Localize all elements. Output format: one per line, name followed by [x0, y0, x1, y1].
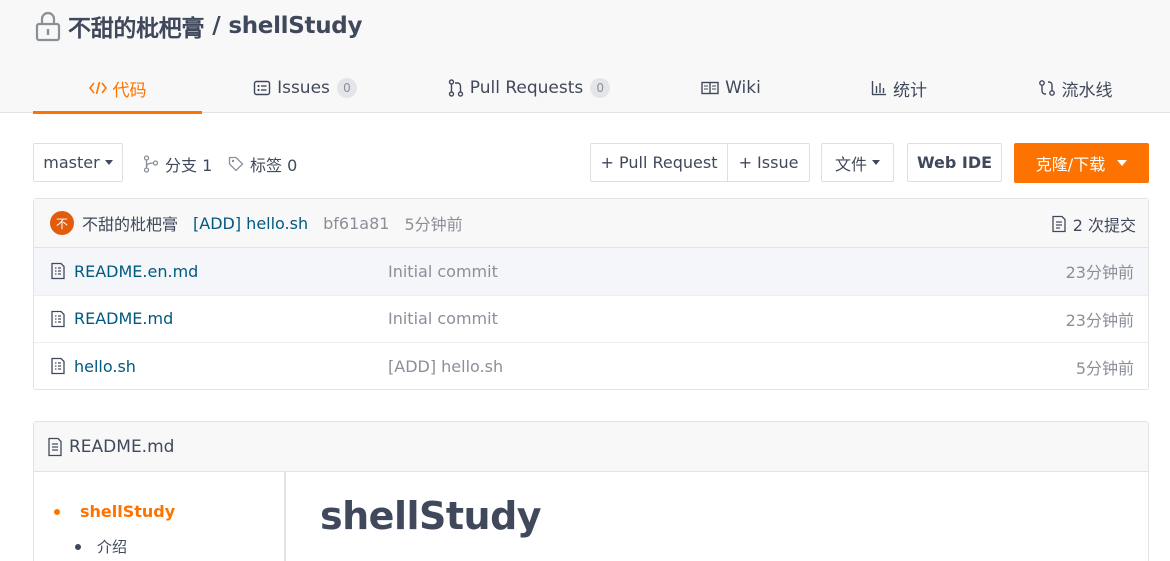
file-commit-link[interactable]: Initial commit — [388, 262, 498, 281]
readme-header: README.md — [34, 422, 1148, 472]
web-ide-label: Web IDE — [916, 153, 993, 172]
clone-download-button[interactable]: 克隆/下载 — [1014, 143, 1149, 183]
repo-owner-link[interactable]: 不甜的枇杷膏 — [68, 9, 205, 43]
readme-toc: shellStudy 介绍 — [34, 472, 286, 561]
lock-icon — [34, 10, 62, 42]
stats-bar-icon — [871, 80, 887, 96]
chevron-down-icon — [872, 160, 880, 165]
file-icon — [50, 357, 66, 379]
readme-heading: shellStudy — [320, 494, 542, 538]
file-time: 23分钟前 — [1065, 263, 1134, 283]
file-commit-link[interactable]: Initial commit — [388, 309, 498, 328]
toc-item-label: shellStudy — [80, 502, 176, 521]
file-list: 不 不甜的枇杷膏 [ADD] hello.sh bf61a81 5分钟前 2 次… — [33, 198, 1149, 390]
file-name-link[interactable]: hello.sh — [74, 357, 136, 376]
branches-link[interactable]: 分支 1 — [143, 152, 212, 176]
table-row[interactable]: hello.sh [ADD] hello.sh 5分钟前 — [34, 343, 1148, 391]
tab-pull-requests[interactable]: Pull Requests 0 — [444, 63, 614, 113]
file-time: 5分钟前 — [1075, 358, 1134, 378]
tab-label: 统计 — [893, 80, 927, 101]
tab-label: Pull Requests — [469, 78, 584, 98]
table-row[interactable]: README.en.md Initial commit 23分钟前 — [34, 248, 1148, 296]
tab-label: Issues — [277, 78, 330, 98]
tags-link[interactable]: 标签 0 — [228, 152, 297, 176]
tab-label: 代码 — [112, 80, 147, 101]
tab-stats[interactable]: 统计 — [814, 63, 984, 113]
repo-path-separator: / — [212, 13, 221, 39]
toc-item[interactable]: shellStudy — [54, 502, 175, 521]
tab-label: 流水线 — [1061, 80, 1113, 101]
tab-pipeline[interactable]: 流水线 — [990, 63, 1160, 113]
tab-issues[interactable]: Issues 0 — [220, 63, 390, 113]
chevron-down-icon — [1117, 160, 1128, 166]
avatar[interactable]: 不 — [50, 211, 74, 235]
toc-item-label: 介绍 — [97, 538, 128, 556]
repo-name-link[interactable]: shellStudy — [228, 13, 362, 39]
branch-select-value: master — [43, 153, 100, 172]
pull-requests-count-badge: 0 — [590, 78, 611, 98]
file-commit-link[interactable]: [ADD] hello.sh — [388, 357, 503, 376]
commit-author-link[interactable]: 不甜的枇杷膏 — [82, 211, 178, 235]
issues-icon — [253, 80, 271, 96]
new-issue-label: + Issue — [738, 153, 799, 172]
tab-label: Wiki — [725, 78, 761, 98]
code-icon — [88, 80, 107, 96]
commit-count-link[interactable]: 2 次提交 — [1051, 199, 1136, 248]
table-row[interactable]: README.md Initial commit 23分钟前 — [34, 296, 1148, 343]
new-pull-request-label: + Pull Request — [600, 153, 718, 172]
commits-file-icon — [1051, 215, 1067, 233]
repo-tabs: 代码 Issues 0 Pull Requests 0 Wiki 统计 流水线 — [0, 63, 1170, 114]
branches-label: 分支 1 — [165, 156, 213, 175]
chevron-down-icon — [104, 160, 113, 165]
branch-select[interactable]: master — [33, 143, 123, 182]
commit-message-link[interactable]: [ADD] hello.sh — [193, 214, 308, 233]
bullet-icon — [75, 543, 81, 550]
file-menu-button[interactable]: 文件 — [821, 143, 894, 182]
tags-label: 标签 0 — [250, 156, 298, 175]
commit-time: 5分钟前 — [404, 215, 463, 234]
wiki-book-icon — [701, 81, 719, 95]
web-ide-button[interactable]: Web IDE — [907, 143, 1002, 182]
tag-icon — [228, 156, 244, 172]
new-issue-button[interactable]: + Issue — [727, 143, 810, 182]
tab-wiki[interactable]: Wiki — [646, 63, 816, 113]
readme-file-icon — [47, 437, 63, 457]
commit-count-label: 2 次提交 — [1072, 215, 1136, 235]
commit-sha-link[interactable]: bf61a81 — [323, 214, 389, 233]
pull-request-icon — [448, 79, 464, 97]
file-name-link[interactable]: README.md — [74, 309, 173, 328]
file-icon — [50, 262, 66, 284]
branch-icon — [143, 155, 159, 173]
latest-commit-bar: 不 不甜的枇杷膏 [ADD] hello.sh bf61a81 5分钟前 2 次… — [34, 199, 1148, 248]
file-menu-label: 文件 — [834, 154, 867, 174]
bullet-icon — [54, 508, 60, 515]
repo-title: 不甜的枇杷膏 / shellStudy — [34, 10, 362, 42]
repo-toolbar: master 分支 1 标签 0 + Pull Request + Issue … — [33, 143, 1149, 183]
new-pull-request-button[interactable]: + Pull Request — [590, 143, 728, 182]
repo-header: 不甜的枇杷膏 / shellStudy 代码 Issues 0 Pull Req… — [0, 0, 1170, 114]
file-time: 23分钟前 — [1065, 310, 1134, 330]
file-name-link[interactable]: README.en.md — [74, 262, 198, 281]
file-icon — [50, 310, 66, 332]
readme-panel: README.md shellStudy 介绍 shellStudy — [33, 421, 1149, 561]
issues-count-badge: 0 — [336, 78, 357, 98]
readme-filename: README.md — [69, 436, 175, 457]
tab-code[interactable]: 代码 — [33, 63, 202, 114]
clone-download-label: 克隆/下载 — [1035, 155, 1106, 174]
toc-item[interactable]: 介绍 — [75, 536, 127, 557]
pipeline-icon — [1038, 79, 1056, 97]
